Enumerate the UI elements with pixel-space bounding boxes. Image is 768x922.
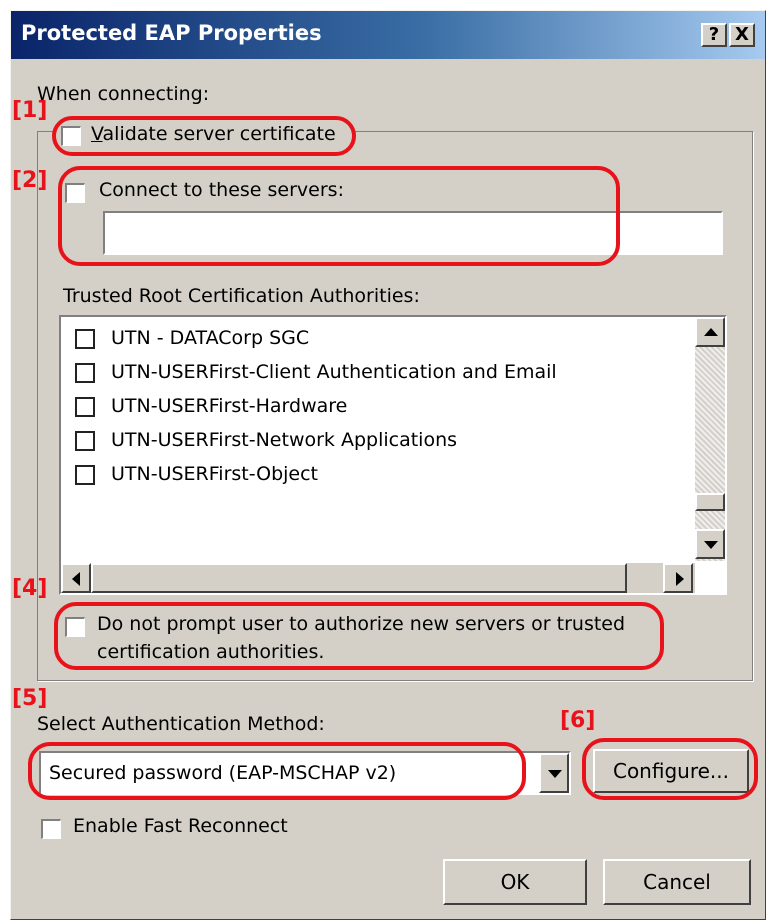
chevron-down-icon [548,770,562,778]
down-arrow-icon [704,541,718,549]
trusted-root-label: Trusted Root Certification Authorities: [63,285,420,307]
scroll-right-button[interactable] [663,563,693,593]
ca-label: UTN - DATACorp SGC [111,327,310,349]
annotation-box-5 [28,742,526,800]
annotation-box-2 [58,166,620,266]
ca-checkbox[interactable] [75,465,95,485]
annotation-tag-6: [6] [560,708,596,733]
fast-reconnect-checkbox[interactable] [41,819,61,839]
close-button[interactable]: X [729,23,755,47]
ca-label: UTN-USERFirst-Network Applications [111,429,458,451]
ca-checkbox[interactable] [75,363,95,383]
ca-checkbox[interactable] [75,329,95,349]
scroll-down-button[interactable] [695,529,725,559]
cancel-button[interactable]: Cancel [603,859,751,905]
hscroll-thumb[interactable] [91,563,627,593]
scroll-left-button[interactable] [61,563,91,593]
annotation-tag-4: [4] [12,576,48,601]
auth-method-label: Select Authentication Method: [37,713,325,735]
horizontal-scrollbar[interactable] [61,563,695,593]
dropdown-button[interactable] [539,753,569,793]
ca-checkbox[interactable] [75,431,95,451]
fast-reconnect-label[interactable]: Enable Fast Reconnect [73,815,288,837]
annotation-tag-2: [2] [12,168,48,193]
scroll-up-button[interactable] [695,317,725,347]
left-arrow-icon [72,572,80,586]
right-arrow-icon [676,572,684,586]
ca-label: UTN-USERFirst-Hardware [111,395,348,417]
annotation-box-6 [582,738,758,800]
title-bar[interactable]: Protected EAP Properties ? X [11,11,765,59]
window-title: Protected EAP Properties [21,21,322,45]
ca-label: UTN-USERFirst-Object [111,463,319,485]
annotation-box-1 [52,116,356,156]
ca-label: UTN-USERFirst-Client Authentication and … [111,361,557,383]
help-button[interactable]: ? [701,23,727,47]
annotation-tag-5: [5] [12,686,48,711]
ok-button[interactable]: OK [443,859,587,905]
up-arrow-icon [704,328,718,336]
annotation-box-4 [54,602,664,670]
vertical-scrollbar[interactable] [695,317,725,561]
annotation-tag-1: [1] [12,98,48,123]
ca-checkbox[interactable] [75,397,95,417]
scroll-thumb[interactable] [695,493,725,511]
ca-listbox[interactable]: UTN - DATACorp SGC UTN-USERFirst-Client … [59,315,727,595]
when-connecting-label: When connecting: [37,83,210,105]
